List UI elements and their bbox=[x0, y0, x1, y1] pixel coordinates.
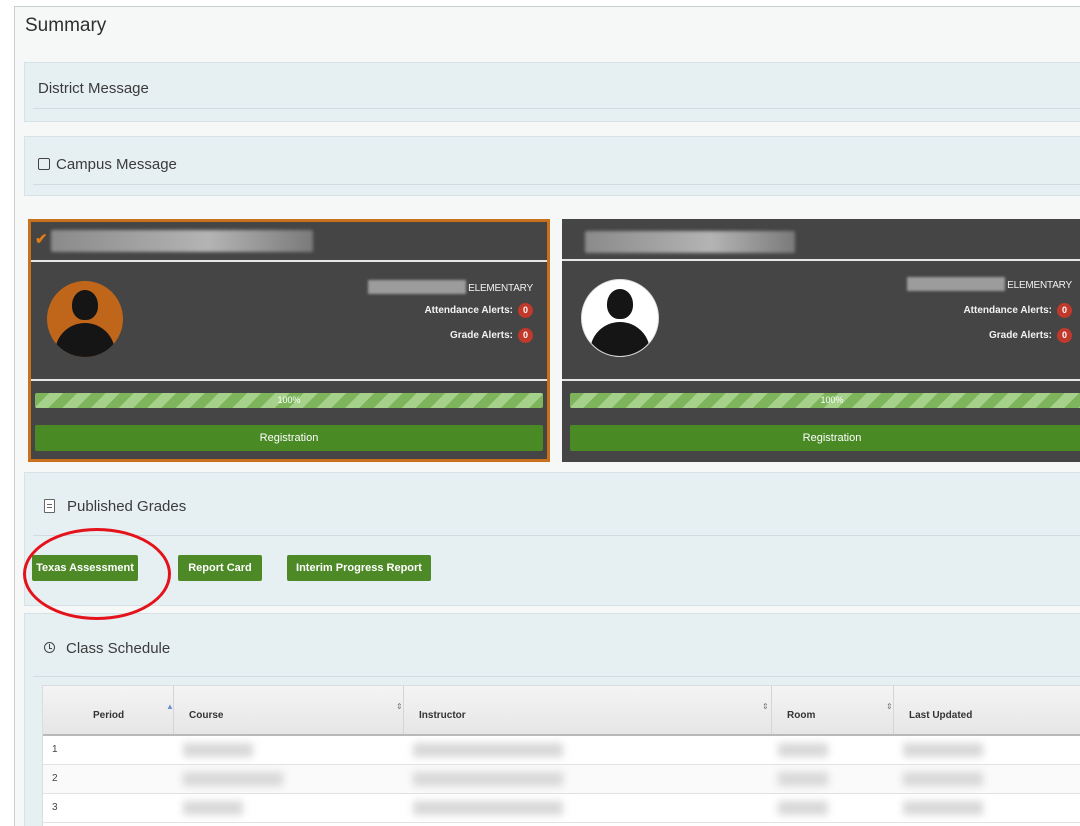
student-name-redacted bbox=[585, 231, 795, 253]
page-title: Summary bbox=[25, 15, 107, 36]
attendance-alert-badge: 0 bbox=[1057, 303, 1072, 318]
period-cell: 2 bbox=[52, 773, 58, 784]
student-name-redacted bbox=[51, 230, 313, 252]
grade-alert-badge: 0 bbox=[518, 328, 533, 343]
class-schedule-table: Period ▲ Course ⇕ Instructor ⇕ Room ⇕ La… bbox=[42, 685, 1080, 826]
check-icon: ✔ bbox=[35, 231, 48, 248]
column-instructor[interactable]: Instructor bbox=[419, 710, 466, 721]
clock-icon bbox=[44, 642, 55, 653]
registration-button[interactable]: Registration bbox=[570, 425, 1080, 451]
school-name: ELEMENTARY bbox=[368, 280, 533, 294]
summary-page: Summary District Message Campus Message … bbox=[14, 6, 1080, 826]
attendance-alerts: Attendance Alerts: 0 bbox=[424, 303, 533, 318]
grade-alerts: Grade Alerts: 0 bbox=[989, 328, 1072, 343]
sort-icon[interactable]: ⇕ bbox=[886, 702, 893, 711]
document-icon bbox=[44, 499, 55, 513]
school-name: ELEMENTARY bbox=[907, 277, 1072, 291]
table-row[interactable]: 1 bbox=[43, 736, 1080, 765]
column-last-updated[interactable]: Last Updated bbox=[909, 710, 972, 721]
note-icon bbox=[38, 158, 50, 170]
table-row[interactable]: 3 bbox=[43, 794, 1080, 823]
sort-icon[interactable]: ⇕ bbox=[396, 702, 403, 711]
avatar bbox=[47, 281, 123, 357]
district-message-panel: District Message bbox=[24, 62, 1080, 122]
column-room[interactable]: Room bbox=[787, 710, 815, 721]
class-schedule-title: Class Schedule bbox=[66, 640, 171, 657]
table-row[interactable]: 2 bbox=[43, 765, 1080, 794]
published-grades-panel: Published Grades bbox=[24, 472, 1080, 606]
column-period[interactable]: Period bbox=[93, 710, 124, 721]
attendance-alert-badge: 0 bbox=[518, 303, 533, 318]
grade-alert-badge: 0 bbox=[1057, 328, 1072, 343]
interim-progress-report-button[interactable]: Interim Progress Report bbox=[287, 555, 431, 581]
column-course[interactable]: Course bbox=[189, 710, 223, 721]
student-card-1[interactable]: ✔ ELEMENTARY Attendance Alerts: 0 Grade A… bbox=[28, 219, 550, 462]
report-card-button[interactable]: Report Card bbox=[178, 555, 262, 581]
district-message-title: District Message bbox=[38, 80, 149, 97]
campus-message-title: Campus Message bbox=[56, 156, 177, 173]
registration-progress-bar: 100% bbox=[570, 393, 1080, 408]
annotation-circle bbox=[23, 528, 171, 620]
sort-icon[interactable]: ⇕ bbox=[762, 702, 769, 711]
table-header: Period ▲ Course ⇕ Instructor ⇕ Room ⇕ La… bbox=[43, 686, 1080, 736]
period-cell: 1 bbox=[52, 744, 58, 755]
avatar bbox=[581, 279, 659, 357]
campus-message-panel: Campus Message bbox=[24, 136, 1080, 196]
published-grades-title: Published Grades bbox=[67, 498, 187, 515]
registration-button[interactable]: Registration bbox=[35, 425, 543, 451]
attendance-alerts: Attendance Alerts: 0 bbox=[963, 303, 1072, 318]
grade-alerts: Grade Alerts: 0 bbox=[450, 328, 533, 343]
period-cell: 3 bbox=[52, 802, 58, 813]
student-card-2[interactable]: ELEMENTARY Attendance Alerts: 0 Grade Ale… bbox=[562, 219, 1080, 462]
registration-progress-bar: 100% bbox=[35, 393, 543, 408]
